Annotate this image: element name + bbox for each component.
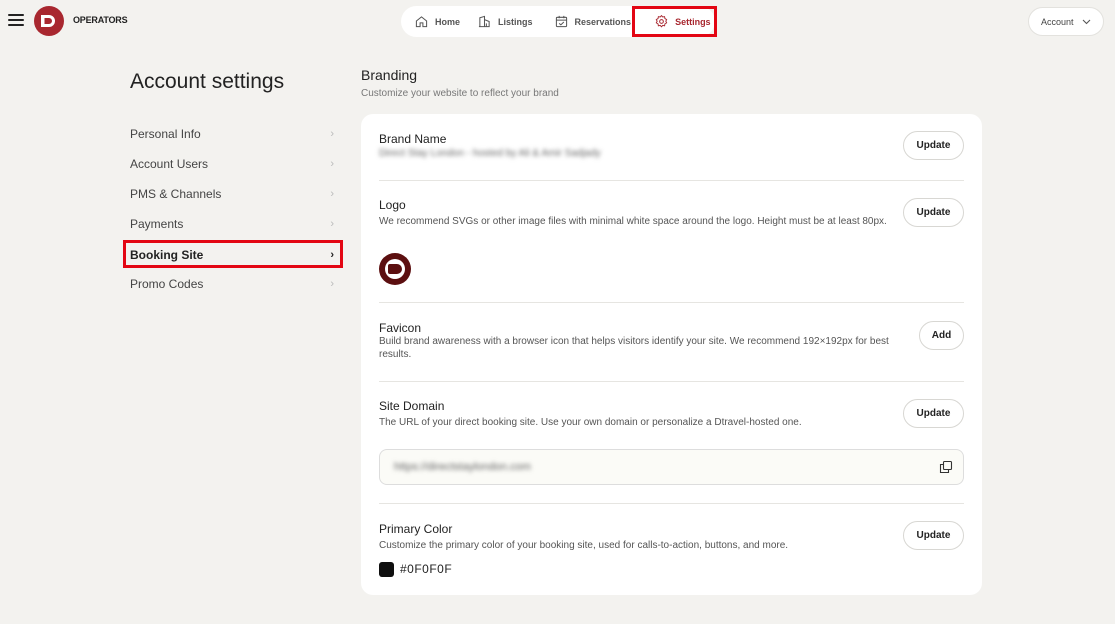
- divider: [379, 180, 964, 181]
- sidebar-item-personal-info[interactable]: Personal Info ›: [130, 124, 334, 144]
- sidebar-item-account-users[interactable]: Account Users ›: [130, 154, 334, 174]
- site-domain-url: https://directstaylondon.com: [394, 461, 531, 473]
- building-icon: [478, 15, 490, 28]
- brand-logo-mark: [41, 15, 55, 27]
- favicon-title: Favicon: [379, 321, 422, 335]
- home-icon: [415, 16, 428, 28]
- hamburger-menu-icon[interactable]: [8, 14, 24, 28]
- chevron-right-icon: ›: [330, 188, 334, 200]
- divider: [379, 302, 964, 303]
- sidebar-item-label: Promo Codes: [130, 277, 204, 291]
- logo-preview-image: [379, 253, 411, 285]
- brand-text: OPERATORS: [73, 15, 128, 25]
- primary-color-swatch: [379, 562, 394, 577]
- sidebar-item-label: PMS & Channels: [130, 187, 222, 201]
- booking-site-highlight-box: [123, 240, 343, 268]
- section-subtitle: Customize your website to reflect your b…: [361, 88, 559, 99]
- sidebar-item-payments[interactable]: Payments ›: [130, 214, 334, 234]
- brand-name-update-button[interactable]: Update: [903, 131, 964, 160]
- site-domain-url-field[interactable]: https://directstaylondon.com: [379, 449, 964, 485]
- chevron-right-icon: ›: [330, 128, 334, 140]
- nav-home-label: Home: [435, 16, 461, 27]
- nav-listings-label: Listings: [498, 16, 533, 27]
- calendar-icon: [555, 15, 567, 28]
- brand-logo[interactable]: [34, 6, 64, 36]
- page-title: Account settings: [130, 70, 285, 93]
- primary-color-update-button[interactable]: Update: [903, 521, 964, 550]
- brand-name-value: Direct Stay London - hosted by Ali & Ami…: [379, 148, 601, 159]
- sidebar-item-label: Account Users: [130, 157, 209, 171]
- nav-reservations[interactable]: Reservations: [549, 10, 638, 34]
- branding-card: Brand Name Direct Stay London - hosted b…: [361, 114, 982, 595]
- primary-color-title: Primary Color: [379, 522, 453, 536]
- favicon-description: Build brand awareness with a browser ico…: [379, 336, 889, 360]
- sidebar-item-label: Personal Info: [130, 127, 201, 141]
- site-domain-title: Site Domain: [379, 399, 445, 413]
- site-domain-update-button[interactable]: Update: [903, 399, 964, 428]
- account-menu-button[interactable]: Account: [1028, 7, 1104, 36]
- settings-highlight-box: [632, 6, 717, 37]
- chevron-right-icon: ›: [330, 218, 334, 230]
- brand-name-title: Brand Name: [379, 132, 447, 146]
- sidebar-item-promo-codes[interactable]: Promo Codes ›: [130, 274, 334, 294]
- logo-description: We recommend SVGs or other image files w…: [379, 216, 887, 227]
- primary-color-description: Customize the primary color of your book…: [379, 540, 789, 551]
- chevron-down-icon: [1082, 19, 1090, 24]
- divider: [379, 381, 964, 382]
- logo-title: Logo: [379, 198, 406, 212]
- copy-icon[interactable]: [939, 460, 953, 474]
- sidebar-item-label: Payments: [130, 217, 184, 231]
- chevron-right-icon: ›: [330, 278, 334, 290]
- account-label: Account: [1041, 16, 1074, 27]
- nav-reservations-label: Reservations: [574, 16, 632, 27]
- nav-home[interactable]: Home: [409, 10, 466, 34]
- nav-listings[interactable]: Listings: [472, 10, 539, 34]
- divider: [379, 503, 964, 504]
- sidebar-item-pms-channels[interactable]: PMS & Channels ›: [130, 184, 334, 204]
- section-title: Branding: [361, 67, 418, 83]
- chevron-right-icon: ›: [330, 158, 334, 170]
- primary-color-value: #0F0F0F: [400, 562, 453, 576]
- favicon-add-button[interactable]: Add: [919, 321, 964, 350]
- logo-update-button[interactable]: Update: [903, 198, 964, 227]
- site-domain-description: The URL of your direct booking site. Use…: [379, 417, 802, 428]
